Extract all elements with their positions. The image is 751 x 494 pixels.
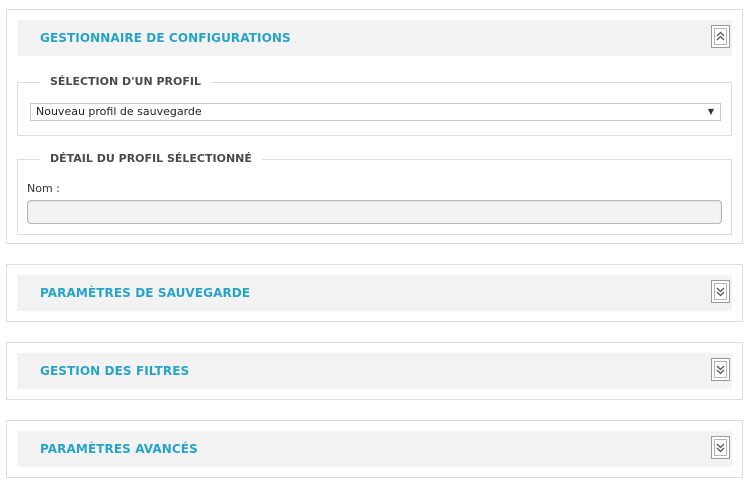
expand-button[interactable] [711, 280, 730, 303]
config-manager-panel: GESTIONNAIRE DE CONFIGURATIONS SÉLECTION… [6, 9, 743, 244]
advanced-settings-header[interactable]: PARAMÈTRES AVANCÉS [17, 431, 732, 467]
filters-title: GESTION DES FILTRES [40, 364, 190, 378]
advanced-settings-title: PARAMÈTRES AVANCÉS [40, 442, 198, 456]
name-label: Nom : [27, 182, 60, 195]
expand-button[interactable] [711, 436, 730, 459]
config-manager-header[interactable]: GESTIONNAIRE DE CONFIGURATIONS [17, 20, 732, 56]
profile-select-value: Nouveau profil de sauvegarde [36, 105, 202, 118]
filters-panel: GESTION DES FILTRES [6, 342, 743, 400]
chevron-double-down-icon [716, 443, 725, 453]
expand-button[interactable] [711, 358, 730, 381]
backup-settings-title: PARAMÈTRES DE SAUVEGARDE [40, 286, 251, 300]
backup-settings-header[interactable]: PARAMÈTRES DE SAUVEGARDE [17, 275, 732, 311]
advanced-settings-panel: PARAMÈTRES AVANCÉS [6, 420, 743, 478]
profile-detail-legend: DÉTAIL DU PROFIL SÉLECTIONNÉ [40, 151, 262, 167]
chevron-double-down-icon [716, 287, 725, 297]
config-manager-title: GESTIONNAIRE DE CONFIGURATIONS [40, 31, 291, 45]
collapse-button[interactable] [711, 25, 730, 48]
profile-selection-legend: SÉLECTION D'UN PROFIL [40, 74, 211, 90]
profile-select[interactable]: Nouveau profil de sauvegarde ▼ [30, 103, 721, 121]
backup-settings-panel: PARAMÈTRES DE SAUVEGARDE [6, 264, 743, 322]
chevron-double-down-icon [716, 365, 725, 375]
profile-selection-fieldset: SÉLECTION D'UN PROFIL Nouveau profil de … [17, 74, 732, 136]
filters-header[interactable]: GESTION DES FILTRES [17, 353, 732, 389]
profile-detail-fieldset: DÉTAIL DU PROFIL SÉLECTIONNÉ Nom : [17, 151, 732, 235]
name-input[interactable] [27, 200, 722, 224]
chevron-double-up-icon [716, 31, 725, 41]
dropdown-arrow-icon: ▼ [707, 107, 714, 116]
